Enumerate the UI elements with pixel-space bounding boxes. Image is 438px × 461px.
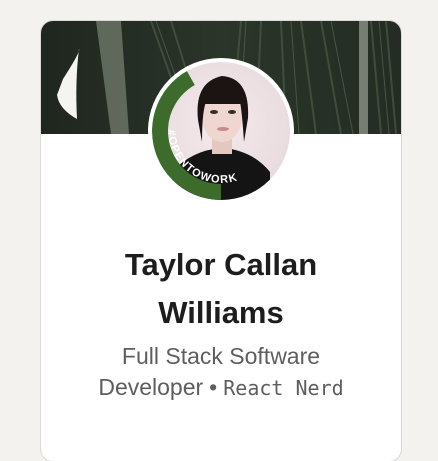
profile-avatar[interactable]: #OPENTOWORK <box>148 58 294 204</box>
profile-name: Taylor Callan Williams <box>124 247 318 330</box>
headline-tag: React Nerd <box>223 376 344 400</box>
profile-card: #OPENTOWORK Taylor Callan Williams Full … <box>41 21 401 461</box>
profile-headline: Full Stack Software Developer • React Nerd <box>41 341 401 404</box>
headline-separator: • <box>209 374 218 400</box>
